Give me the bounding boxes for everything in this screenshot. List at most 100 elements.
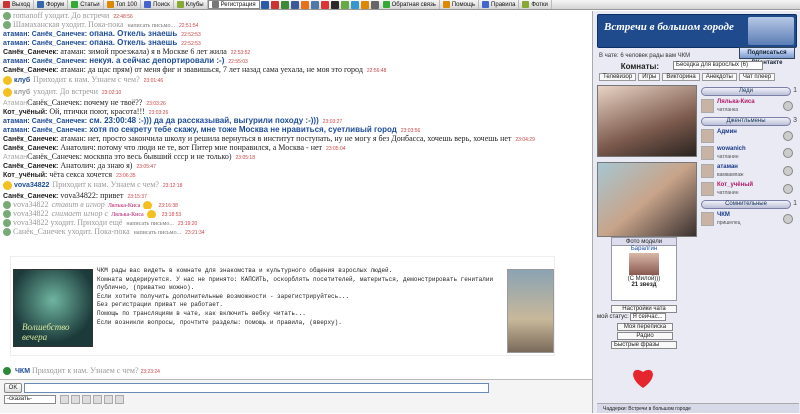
user-row[interactable]: Админ [699,128,793,145]
webcam-stream-1[interactable] [597,85,697,157]
chat-nick[interactable]: Санёк_Санечек: [3,136,58,143]
model-photo[interactable] [629,253,659,275]
avatar[interactable] [701,164,714,178]
webcam-icon[interactable] [783,148,793,158]
user-row[interactable]: Кот_учёный чатланин [699,181,793,198]
topbar-item-1[interactable]: Форум [34,0,69,9]
topbar-item-label[interactable]: Форум [46,2,64,8]
webcam-icon[interactable] [783,184,793,194]
last-line-nick[interactable]: ЧКМ [15,368,30,375]
panel-tab-0[interactable]: Телевизор [599,73,637,81]
panel-tab-4[interactable]: Чат плеер [738,73,776,81]
user-row[interactable]: Лялька-Киса чатланка [699,98,793,115]
topbar-item-5[interactable]: Клубы [174,0,208,9]
chat-nick[interactable]: атаман: Санёк_Санечек: [3,31,87,38]
user-name[interactable]: wowanich [717,146,746,153]
topbar-item-6[interactable]: Регистрация [207,0,260,9]
social-icon-3[interactable] [290,0,299,9]
webcam-icon[interactable] [783,101,793,111]
avatar[interactable] [701,212,714,226]
message-input[interactable] [24,383,489,393]
topbar-item-0[interactable]: Выход [0,0,34,9]
chat-nick[interactable]: атаман: Санёк_Санечек: [3,118,87,125]
topbar-item-label[interactable]: Поиск [153,2,170,8]
chat-nick[interactable]: Кот_учёный: [3,172,47,179]
topbar-link-label[interactable]: Правила [491,2,515,8]
social-icon-6[interactable] [320,0,329,9]
user-name[interactable]: Лялька-Киса [717,99,755,106]
social-icon-0[interactable] [260,0,269,9]
social-icon-2[interactable] [280,0,289,9]
write-letter-link[interactable]: написать письмо... [134,230,181,236]
topbar-link-1[interactable]: Помощь [440,0,480,9]
user-row[interactable]: атаман вамвампаж [699,163,793,180]
webcam-icon[interactable] [783,214,793,224]
send-button[interactable]: OK [4,383,22,393]
model-name[interactable]: Баралгин [612,246,676,252]
chat-nick[interactable]: Санёк_Санечек: [3,67,58,74]
chat-nick[interactable]: Атаман [3,154,27,161]
social-icon-5[interactable] [310,0,319,9]
chat-nick[interactable]: Санёк_Санечек: [3,145,58,152]
social-icon-4[interactable] [300,0,309,9]
chat-nick[interactable]: vova34822 [14,182,49,189]
topbar-link-label[interactable]: Помощь [452,2,475,8]
social-icon-8[interactable] [340,0,349,9]
radio-button[interactable]: Радио [617,332,673,340]
chat-nick[interactable]: vova34822 [13,200,49,209]
panel-tab-3[interactable]: Анекдоты [701,73,737,81]
say-mode-select[interactable]: -сказать- [4,395,56,404]
webcam-icon[interactable] [783,166,793,176]
user-group-0[interactable]: Леди [701,87,791,96]
avatar[interactable] [701,129,714,143]
avatar[interactable] [701,182,714,196]
topbar-link-3[interactable]: Фотки [519,0,552,9]
topbar-link-0[interactable]: Обратная связь [380,0,440,9]
chat-nick[interactable]: клуб [14,89,30,96]
topbar-link-label[interactable]: Обратная связь [392,2,436,8]
social-icon-7[interactable] [330,0,339,9]
chat-nick[interactable]: клуб [14,77,30,84]
gift-icon[interactable] [115,395,124,404]
user-name[interactable]: Админ [717,129,737,136]
user-name[interactable]: Кот_учёный [717,182,753,189]
webcam-icon[interactable] [783,131,793,141]
topbar-link-2[interactable]: Правила [479,0,520,9]
music-icon[interactable] [104,395,113,404]
chat-nick[interactable]: Санёк_Санечек: [3,163,58,170]
user-name[interactable]: ЧКМ [717,212,730,219]
avatar[interactable] [701,146,714,160]
user-row[interactable]: ЧКМ пришелец [699,211,793,228]
topbar-link-label[interactable]: Фотки [531,2,548,8]
chat-settings-button[interactable]: Настройки чата [611,305,677,313]
social-icon-10[interactable] [360,0,369,9]
chat-nick[interactable]: атаман: Санёк_Санечек: [3,40,87,47]
topbar-item-4[interactable]: Поиск [141,0,174,9]
topbar-item-3[interactable]: Топ 100 [104,0,142,9]
panel-tab-1[interactable]: Игры [638,73,661,81]
topbar-item-2[interactable]: Статьи [68,0,104,9]
vk-subscribe-button[interactable]: Подписаться ВКонтакте [739,47,795,66]
user-group-1[interactable]: Джентльмены [701,117,791,126]
topbar-item-label[interactable]: Клубы [186,2,204,8]
user-name[interactable]: атаман [717,164,738,171]
chat-nick[interactable]: Санёк_Санечек: [3,193,58,200]
topbar-item-label[interactable]: Статьи [80,2,99,8]
bold-icon[interactable] [71,395,80,404]
social-icon-9[interactable] [350,0,359,9]
topbar-item-label[interactable]: Регистрация [221,2,256,8]
chat-nick[interactable]: Атаман [3,100,27,107]
panel-tab-2[interactable]: Викторина [662,73,700,81]
chat-nick[interactable]: атаман: Санёк_Санечек: [3,127,87,134]
chat-nick[interactable]: атаман: Санёк_Санечек: [3,58,87,65]
my-mail-button[interactable]: Моя переписка [617,323,673,331]
forest-banner-image[interactable]: Волшебство вечера [13,269,93,347]
social-icon-1[interactable] [270,0,279,9]
status-select[interactable]: Я сейчас... [630,313,667,321]
image-icon[interactable] [93,395,102,404]
user-group-2[interactable]: Сомнительные [701,200,791,209]
chat-nick[interactable]: vova34822 [13,209,49,218]
webcam-stream-2[interactable] [597,162,697,237]
social-icon-11[interactable] [370,0,379,9]
model-photo-card[interactable]: Фото модели Баралгин (С Милой))) 21 звез… [611,237,677,301]
